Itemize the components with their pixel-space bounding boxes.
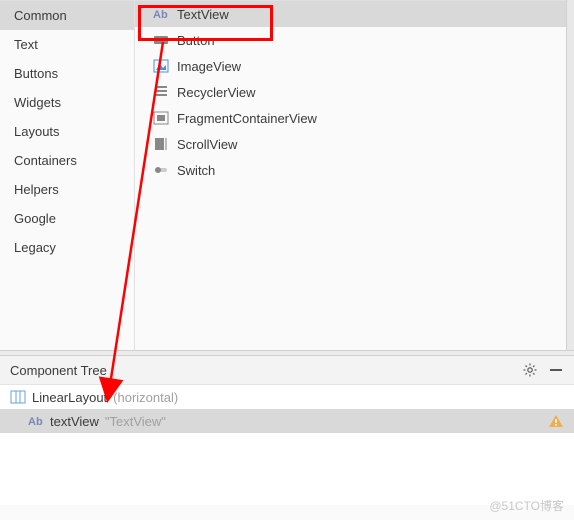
svg-text:Ab: Ab <box>153 9 168 21</box>
minimize-icon[interactable] <box>548 362 564 378</box>
sidebar-item-widgets[interactable]: Widgets <box>0 88 134 117</box>
tree-row-root[interactable]: LinearLayout (horizontal) <box>0 385 574 409</box>
textview-icon: Ab <box>28 413 44 429</box>
category-sidebar: Common Text Buttons Widgets Layouts Cont… <box>0 1 135 350</box>
palette-item-label: RecyclerView <box>177 85 256 100</box>
palette-list: Ab TextView Button ImageView RecyclerVie… <box>135 1 574 350</box>
warning-icon <box>548 413 564 429</box>
textview-icon: Ab <box>153 6 169 22</box>
button-icon <box>153 32 169 48</box>
imageview-icon <box>153 58 169 74</box>
palette-item-label: Button <box>177 33 215 48</box>
scrollview-icon <box>153 136 169 152</box>
tree-node-label: LinearLayout <box>32 390 107 405</box>
sidebar-item-google[interactable]: Google <box>0 204 134 233</box>
tree-node-qualifier: "TextView" <box>105 414 166 429</box>
palette-item-imageview[interactable]: ImageView <box>135 53 574 79</box>
palette-item-label: Switch <box>177 163 215 178</box>
palette-item-label: FragmentContainerView <box>177 111 317 126</box>
palette-item-scrollview[interactable]: ScrollView <box>135 131 574 157</box>
gear-icon[interactable] <box>522 362 538 378</box>
palette-item-textview[interactable]: Ab TextView <box>135 1 574 27</box>
palette-item-label: TextView <box>177 7 229 22</box>
sidebar-item-text[interactable]: Text <box>0 30 134 59</box>
right-gutter <box>566 0 574 350</box>
sidebar-item-common[interactable]: Common <box>0 1 134 30</box>
recyclerview-icon <box>153 84 169 100</box>
sidebar-item-helpers[interactable]: Helpers <box>0 175 134 204</box>
sidebar-item-buttons[interactable]: Buttons <box>0 59 134 88</box>
palette-item-switch[interactable]: Switch <box>135 157 574 183</box>
sidebar-item-legacy[interactable]: Legacy <box>0 233 134 262</box>
watermark: @51CTO博客 <box>489 497 564 514</box>
tree-row-child[interactable]: Ab textView "TextView" <box>0 409 574 433</box>
component-tree-header: Component Tree <box>0 356 574 385</box>
tree-node-label: textView <box>50 414 99 429</box>
switch-icon <box>153 162 169 178</box>
fragmentcontainer-icon <box>153 110 169 126</box>
component-tree: LinearLayout (horizontal) Ab textView "T… <box>0 385 574 505</box>
sidebar-item-containers[interactable]: Containers <box>0 146 134 175</box>
linearlayout-icon <box>10 389 26 405</box>
panel-title: Component Tree <box>10 363 107 378</box>
svg-text:Ab: Ab <box>28 416 43 428</box>
palette-item-button[interactable]: Button <box>135 27 574 53</box>
palette-item-recyclerview[interactable]: RecyclerView <box>135 79 574 105</box>
palette-item-label: ScrollView <box>177 137 237 152</box>
palette-item-label: ImageView <box>177 59 241 74</box>
sidebar-item-layouts[interactable]: Layouts <box>0 117 134 146</box>
palette-item-fragmentcontainer[interactable]: FragmentContainerView <box>135 105 574 131</box>
tree-node-qualifier: (horizontal) <box>113 390 178 405</box>
